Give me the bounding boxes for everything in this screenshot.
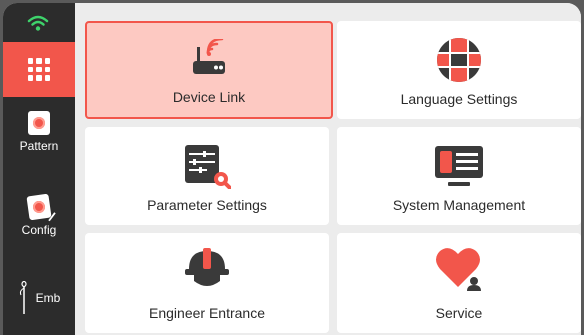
sidebar-item-label: Config	[21, 223, 57, 237]
tile-label: System Management	[392, 197, 526, 213]
config-icon	[26, 193, 56, 222]
hard-hat-icon	[185, 248, 229, 286]
monitor-icon	[435, 146, 483, 186]
sidebar-item-label: Emb	[35, 291, 61, 305]
grid-icon	[27, 58, 51, 81]
wifi-icon	[27, 15, 49, 31]
sidebar-item-config[interactable]: Config	[3, 193, 75, 237]
tile-label: Language Settings	[400, 91, 518, 107]
engineer-entrance-button[interactable]: Engineer Entrance	[85, 233, 329, 333]
language-settings-button[interactable]: Language Settings	[337, 21, 581, 119]
sidebar-item-pattern[interactable]: Pattern	[3, 111, 75, 153]
sidebar-item-label: Pattern	[19, 139, 59, 153]
tile-label: Device Link	[172, 89, 246, 105]
home-button[interactable]	[3, 42, 75, 97]
tile-label: Service	[435, 305, 483, 321]
main-panel: Device Link Language Settings Parameter …	[75, 3, 581, 335]
sidebar: Pattern Config Emb	[3, 3, 75, 335]
router-icon	[193, 39, 225, 74]
tile-label: Engineer Entrance	[149, 305, 265, 321]
heart-icon	[436, 248, 481, 291]
service-button[interactable]: Service	[337, 233, 581, 333]
sidebar-item-emb[interactable]: Emb	[3, 281, 75, 315]
needle-icon	[19, 281, 27, 314]
pattern-icon	[28, 111, 50, 135]
globe-icon	[437, 38, 481, 82]
device-link-button[interactable]: Device Link	[85, 21, 333, 119]
parameter-settings-icon	[185, 145, 231, 189]
app-frame: Pattern Config Emb Device Link Language …	[3, 3, 581, 335]
system-management-button[interactable]: System Management	[337, 127, 581, 225]
parameter-settings-button[interactable]: Parameter Settings	[85, 127, 329, 225]
tile-label: Parameter Settings	[147, 197, 267, 213]
